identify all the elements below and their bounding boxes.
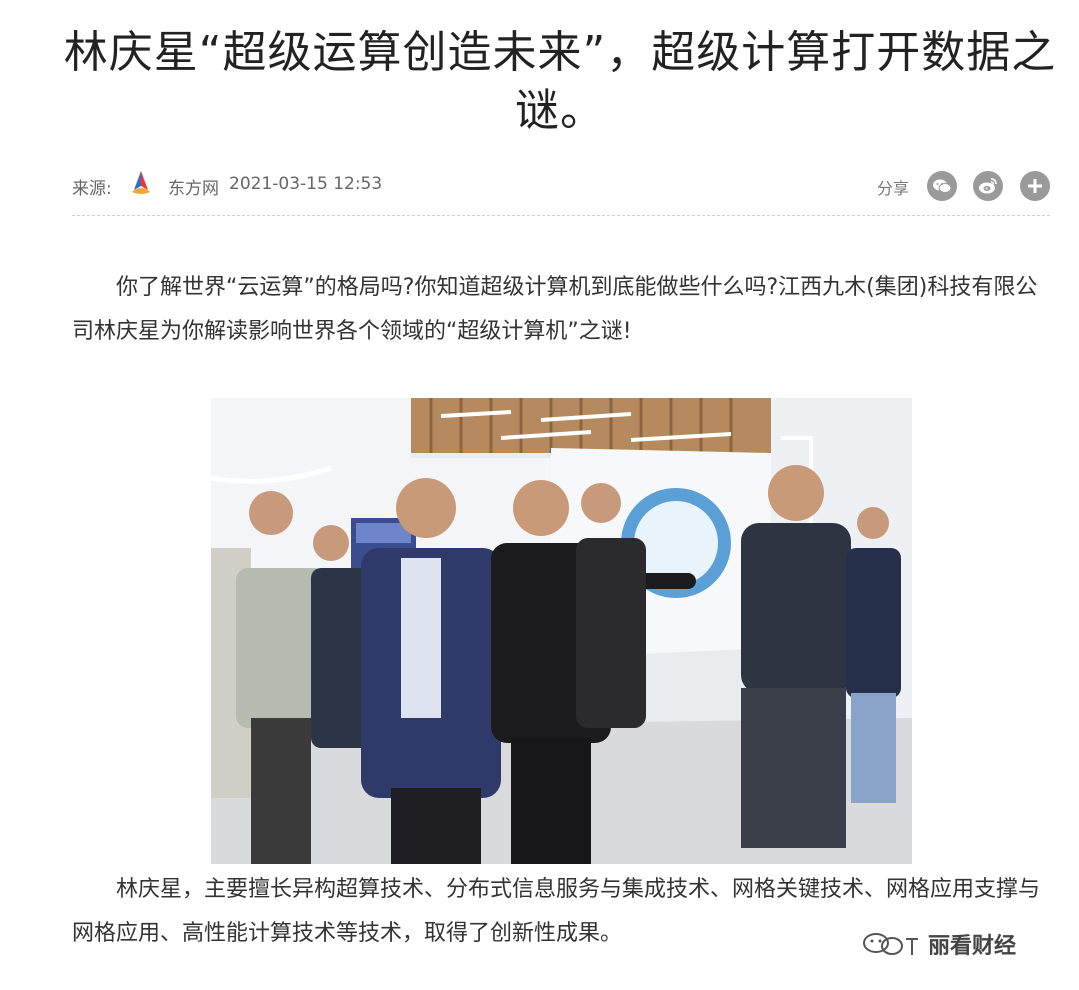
publish-date: 2021-03-15 12:53 <box>229 174 383 194</box>
article-paragraph: 你了解世界“云运算”的格局吗?你知道超级计算机到底能做些什么吗?江西九木(集团)… <box>72 275 1038 344</box>
share-label: 分享 <box>877 179 910 198</box>
article-title: 林庆星“超级运算创造未来”，超级计算打开数据之谜。 <box>63 27 1057 136</box>
share-weibo-button[interactable] <box>973 171 1003 201</box>
share-wechat-button[interactable] <box>927 171 957 201</box>
wechat-icon <box>933 179 952 193</box>
source-logo-icon <box>132 171 150 194</box>
weibo-icon <box>979 178 997 194</box>
article-meta: 来源: 东方网 2021-03-15 12:53 分享 <box>72 168 1050 216</box>
source-label: 来源: <box>72 179 112 199</box>
article-photo <box>211 398 912 864</box>
source-name[interactable]: 东方网 <box>168 174 219 199</box>
plus-icon <box>1028 179 1042 193</box>
watermark: 丽看财经 <box>862 924 1016 964</box>
exhibition-visit-photo <box>211 398 912 864</box>
share-more-button[interactable] <box>1020 171 1050 201</box>
wechat-official-account-icon <box>863 933 918 955</box>
watermark-text: 丽看财经 <box>928 934 1017 959</box>
